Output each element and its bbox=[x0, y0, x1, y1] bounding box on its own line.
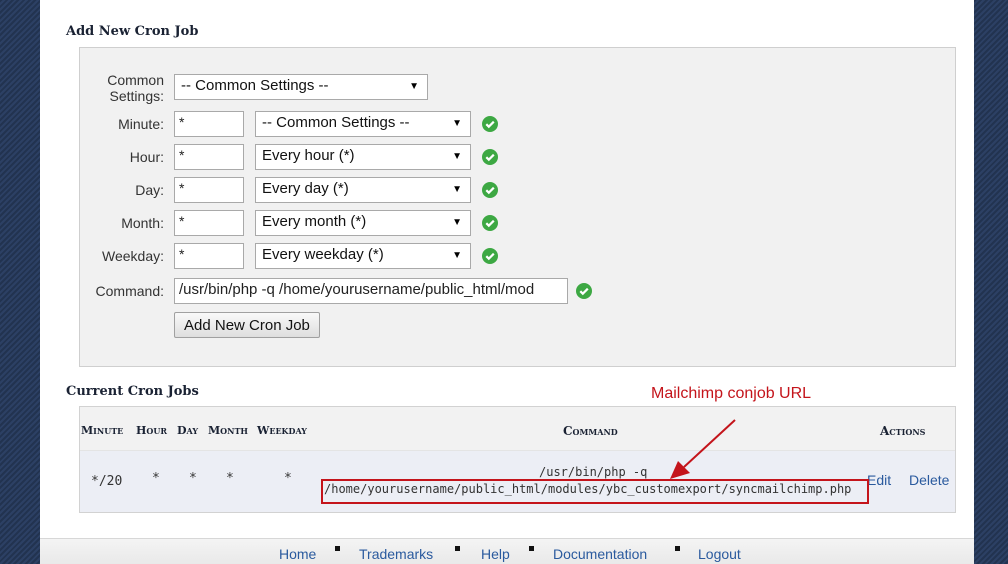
triangle-down-icon: ▼ bbox=[452, 250, 462, 261]
row-month: * bbox=[226, 471, 234, 486]
edit-link[interactable]: Edit bbox=[867, 472, 891, 488]
triangle-down-icon: ▼ bbox=[452, 184, 462, 195]
weekday-select[interactable]: Every weekday (*) ▼ bbox=[255, 243, 471, 269]
common-settings-value: -- Common Settings -- bbox=[181, 77, 329, 94]
minute-input[interactable]: * bbox=[174, 111, 244, 137]
annotation-arrow-icon bbox=[670, 419, 736, 479]
common-settings-select[interactable]: -- Common Settings -- ▼ bbox=[174, 74, 428, 100]
month-select-value: Every month (*) bbox=[262, 213, 367, 230]
common-settings-label-line2: Settings: bbox=[109, 88, 164, 104]
footer-logout-link[interactable]: Logout bbox=[698, 546, 741, 562]
row-day: * bbox=[189, 471, 197, 486]
triangle-down-icon: ▼ bbox=[452, 217, 462, 228]
hour-input[interactable]: * bbox=[174, 144, 244, 170]
check-circle-icon bbox=[482, 182, 498, 198]
common-settings-label-line1: Common bbox=[107, 72, 164, 88]
current-cron-title: Current Cron Jobs bbox=[66, 384, 199, 399]
minute-label: Minute: bbox=[118, 116, 164, 132]
weekday-label: Weekday: bbox=[102, 248, 164, 264]
day-select[interactable]: Every day (*) ▼ bbox=[255, 177, 471, 203]
triangle-down-icon: ▼ bbox=[409, 81, 419, 92]
day-input[interactable]: * bbox=[174, 177, 244, 203]
delete-link[interactable]: Delete bbox=[909, 472, 949, 488]
triangle-down-icon: ▼ bbox=[452, 151, 462, 162]
footer-trademarks-link[interactable]: Trademarks bbox=[359, 546, 433, 562]
month-input[interactable]: * bbox=[174, 210, 244, 236]
page-background-right bbox=[974, 0, 1008, 564]
hour-select-value: Every hour (*) bbox=[262, 147, 355, 164]
day-select-value: Every day (*) bbox=[262, 180, 349, 197]
footer-separator bbox=[335, 546, 340, 551]
weekday-input[interactable]: * bbox=[174, 243, 244, 269]
page-background-left bbox=[0, 0, 40, 564]
row-hour: * bbox=[152, 471, 160, 486]
common-settings-label: Common Settings: bbox=[69, 72, 164, 104]
footer-home-link[interactable]: Home bbox=[279, 546, 316, 562]
main-page: Add New Cron Job Common Settings: -- Com… bbox=[40, 0, 974, 564]
footer-separator bbox=[675, 546, 680, 551]
add-cron-job-button[interactable]: Add New Cron Job bbox=[174, 312, 320, 338]
check-circle-icon bbox=[482, 149, 498, 165]
footer-help-link[interactable]: Help bbox=[481, 546, 510, 562]
col-minute: Minute bbox=[81, 424, 124, 437]
month-select[interactable]: Every month (*) ▼ bbox=[255, 210, 471, 236]
col-weekday: Weekday bbox=[257, 424, 307, 437]
command-label: Command: bbox=[95, 283, 164, 299]
minute-select[interactable]: -- Common Settings -- ▼ bbox=[255, 111, 471, 137]
check-circle-icon bbox=[482, 215, 498, 231]
col-month: Month bbox=[208, 424, 248, 437]
command-input[interactable]: /usr/bin/php -q /home/yourusername/publi… bbox=[174, 278, 568, 304]
hour-select[interactable]: Every hour (*) ▼ bbox=[255, 144, 471, 170]
add-cron-title: Add New Cron Job bbox=[66, 24, 199, 39]
check-circle-icon bbox=[482, 248, 498, 264]
weekday-select-value: Every weekday (*) bbox=[262, 246, 384, 263]
annotation-highlight-box bbox=[321, 479, 869, 504]
month-label: Month: bbox=[121, 215, 164, 231]
table-header: Minute Hour Day Month Weekday Command Ac… bbox=[80, 407, 955, 451]
check-circle-icon bbox=[576, 283, 592, 299]
row-minute: */20 bbox=[91, 474, 123, 489]
minute-select-value: -- Common Settings -- bbox=[262, 114, 410, 131]
col-actions: Actions bbox=[880, 424, 926, 438]
col-day: Day bbox=[177, 424, 199, 437]
row-command-line1: /usr/bin/php -q bbox=[539, 465, 648, 479]
check-circle-icon bbox=[482, 116, 498, 132]
col-command: Command bbox=[563, 424, 618, 438]
col-hour: Hour bbox=[136, 424, 167, 437]
annotation-label: Mailchimp conjob URL bbox=[651, 385, 812, 402]
row-weekday: * bbox=[284, 471, 292, 486]
day-label: Day: bbox=[135, 182, 164, 198]
footer-documentation-link[interactable]: Documentation bbox=[553, 546, 647, 562]
triangle-down-icon: ▼ bbox=[452, 118, 462, 129]
hour-label: Hour: bbox=[129, 149, 164, 165]
footer-separator bbox=[529, 546, 534, 551]
footer-separator bbox=[455, 546, 460, 551]
